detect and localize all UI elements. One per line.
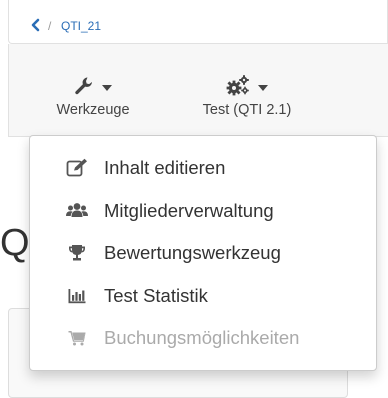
breadcrumb-link-current[interactable]: QTI_21 (61, 19, 101, 33)
cart-icon (66, 328, 88, 348)
edit-icon (66, 158, 88, 178)
gears-icon (226, 74, 250, 102)
caret-down-icon (102, 79, 112, 97)
tool-label: Test (QTI 2.1) (202, 102, 292, 118)
tool-label: Werkzeuge (56, 102, 130, 118)
caret-down-icon (258, 79, 268, 97)
trophy-icon (66, 243, 88, 263)
bar-chart-icon (66, 286, 88, 306)
breadcrumb: / QTI_21 (8, 0, 388, 44)
tool-icons (37, 74, 149, 102)
menu-item-label: Buchungsmöglichkeiten (104, 327, 300, 349)
wrench-icon (74, 76, 94, 101)
menu-item-label: Inhalt editieren (104, 157, 226, 179)
toolbar: Werkzeuge Test (QTI 2.1) (8, 44, 388, 137)
menu-item-inhalt-editieren[interactable]: Inhalt editieren (30, 147, 376, 190)
menu-item-label: Test Statistik (104, 284, 208, 306)
breadcrumb-separator: / (48, 19, 52, 33)
menu-item-label: Mitgliederverwaltung (104, 199, 274, 221)
users-icon (66, 201, 88, 221)
test-dropdown-button[interactable]: Test (QTI 2.1) (187, 74, 307, 130)
menu-item-label: Bewertungswerkzeug (104, 242, 281, 264)
werkzeuge-dropdown-button[interactable]: Werkzeuge (37, 74, 149, 130)
back-chevron-icon[interactable] (29, 18, 43, 32)
menu-item-test-statistik[interactable]: Test Statistik (30, 275, 376, 318)
menu-item-bewertungswerkzeug[interactable]: Bewertungswerkzeug (30, 232, 376, 275)
menu-item-mitgliederverwaltung[interactable]: Mitgliederverwaltung (30, 190, 376, 233)
werkzeuge-dropdown-menu: Inhalt editieren Mitgliederverwaltung Be… (29, 135, 377, 371)
page-heading: Q (0, 222, 30, 264)
menu-item-buchungsmoeglichkeiten: Buchungsmöglichkeiten (30, 317, 376, 360)
tool-icons (187, 74, 307, 102)
